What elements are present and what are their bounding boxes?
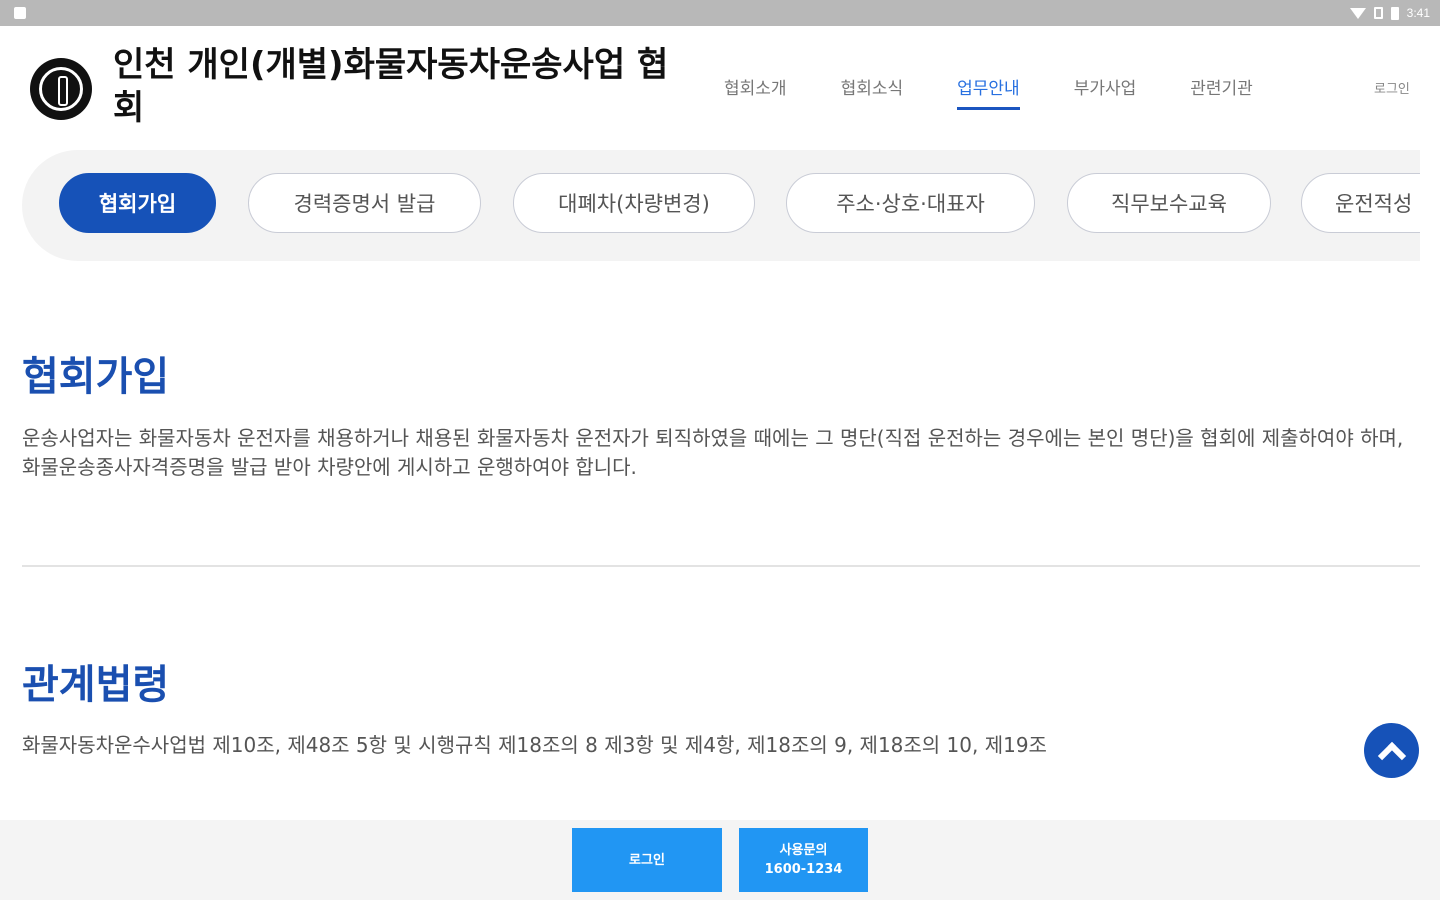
section-title-related-laws: 관계법령	[22, 662, 170, 708]
status-time: 3:41	[1406, 6, 1430, 20]
divider	[22, 565, 1420, 567]
sub-tab-bar: 협회가입 경력증명서 발급 대폐차(차량변경) 주소·상호·대표자 직무보수교육…	[22, 150, 1420, 261]
inquiry-button-label: 사용문의	[779, 843, 828, 858]
section-title-membership: 협회가입	[22, 354, 170, 400]
nav-item-news[interactable]: 협회소식	[841, 74, 904, 110]
tab-driving-aptitude[interactable]: 운전적성	[1301, 173, 1420, 233]
nav-item-services[interactable]: 업무안내	[957, 74, 1020, 110]
section-body-membership: 운송사업자는 화물자동차 운전자를 채용하거나 채용된 화물자동차 운전자가 퇴…	[22, 426, 1404, 479]
wifi-icon	[1349, 7, 1366, 19]
scroll-top-button[interactable]	[1364, 723, 1419, 778]
nav-item-related-orgs[interactable]: 관련기관	[1190, 74, 1253, 110]
section-body-related-laws: 화물자동차운수사업법 제10조, 제48조 5항 및 시행규칙 제18조의 8 …	[22, 733, 1047, 757]
inquiry-phone: 1600-1234	[764, 862, 843, 877]
logo-emblem-icon	[39, 67, 83, 111]
tab-address-change[interactable]: 주소·상호·대표자	[786, 173, 1035, 233]
bottom-bar: 로그인 사용문의 1600-1234	[0, 820, 1440, 900]
association-logo[interactable]	[30, 58, 92, 120]
header: 인천 개인(개별)화물자동차운송사업 협회 협회소개 협회소식 업무안내 부가사…	[0, 26, 1440, 146]
tab-membership[interactable]: 협회가입	[59, 173, 216, 233]
nav-item-about[interactable]: 협회소개	[724, 74, 787, 110]
chevron-up-icon	[1377, 741, 1406, 770]
header-login-link[interactable]: 로그인	[1374, 78, 1410, 97]
tab-vehicle-change[interactable]: 대폐차(차량변경)	[513, 173, 755, 233]
battery-icon	[1390, 6, 1399, 20]
tab-job-training[interactable]: 직무보수교육	[1067, 173, 1271, 233]
status-icons: 3:41	[1349, 4, 1430, 22]
nav-item-extra-business[interactable]: 부가사업	[1074, 74, 1137, 110]
tab-career-certificate[interactable]: 경력증명서 발급	[248, 173, 481, 233]
login-button-label: 로그인	[629, 852, 665, 868]
main-nav: 협회소개 협회소식 업무안내 부가사업 관련기관	[724, 74, 1307, 110]
notification-icon	[14, 7, 26, 19]
sim-icon	[1373, 7, 1383, 19]
site-title[interactable]: 인천 개인(개별)화물자동차운송사업 협회	[113, 44, 673, 130]
inquiry-button[interactable]: 사용문의 1600-1234	[739, 828, 868, 892]
login-button[interactable]: 로그인	[572, 828, 722, 892]
status-bar: 3:41	[0, 0, 1440, 26]
